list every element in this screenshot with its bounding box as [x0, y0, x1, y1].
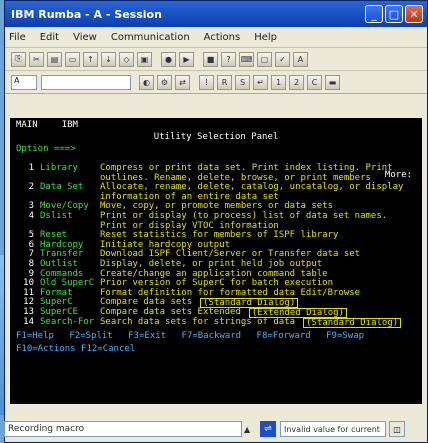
- paste-icon[interactable]: ▤: [47, 51, 62, 67]
- maximize-button[interactable]: □: [385, 5, 403, 23]
- menu-bar: File Edit View Communication Actions Hel…: [5, 27, 427, 48]
- fkey-backward[interactable]: F7=Backward: [182, 331, 242, 341]
- reset-icon[interactable]: R: [217, 74, 232, 90]
- main-toolbar: ⎘ ✂ ▤ ▭ ↑ ↓ ◇ ▣ ● ▶ ■ ? ⌨ ▢ ✓ A: [5, 48, 427, 71]
- display-icon[interactable]: ▢: [257, 51, 272, 67]
- close-button[interactable]: ✕: [405, 5, 423, 23]
- attention-icon[interactable]: !: [199, 74, 214, 90]
- option-prompt[interactable]: Option ===>: [16, 144, 416, 154]
- pa2-icon[interactable]: 2: [289, 74, 304, 90]
- more-indicator: More:: [384, 170, 412, 180]
- function-key-bar-2[interactable]: F10=Actions F12=Cancel: [16, 344, 416, 354]
- clear-screen-icon[interactable]: C: [307, 74, 322, 90]
- copy-icon[interactable]: ⎘: [11, 51, 26, 67]
- pa1-icon[interactable]: 1: [271, 74, 286, 90]
- status-info: Invalid value for current: [280, 421, 386, 437]
- session-toolbar: A ◐ ⚙ ⇄ ! R S ↵ 1 2 C ▬: [5, 71, 427, 94]
- session-input[interactable]: [41, 74, 131, 90]
- menu-actions[interactable]: Actions: [204, 32, 241, 43]
- fkey-help[interactable]: F1=Help: [16, 331, 54, 341]
- session-selector[interactable]: A: [11, 74, 37, 90]
- screen-header: MAIN IBM: [16, 120, 416, 130]
- fkey-exit[interactable]: F3=Exit: [128, 331, 166, 341]
- option-list: 1 Library Compress or print data set. Prin…: [16, 163, 416, 329]
- receive-icon[interactable]: ↓: [101, 51, 116, 67]
- play-icon[interactable]: ▶: [179, 51, 194, 67]
- status-bar: Recording macro ▲ ⇌ Invalid value for cu…: [4, 418, 422, 440]
- list-item[interactable]: 11 Format Format definition for formatted …: [16, 288, 416, 299]
- options-icon[interactable]: ◫: [389, 421, 405, 437]
- send-icon[interactable]: ↑: [83, 51, 98, 67]
- connect-icon[interactable]: ⇄: [175, 74, 190, 90]
- connection-icon: ⇌: [260, 421, 276, 437]
- title-bar: IBM Rumba - A - Session _ □ ✕: [5, 1, 427, 27]
- menu-help[interactable]: Help: [254, 32, 277, 43]
- dialog-tag: (Standard Dialog): [303, 318, 402, 329]
- menu-communication[interactable]: Communication: [111, 32, 190, 43]
- screen-header-right: IBM: [61, 120, 78, 130]
- menu-view[interactable]: View: [73, 32, 97, 43]
- fkey-swap[interactable]: F9=Swap: [326, 331, 364, 341]
- help-icon[interactable]: ?: [221, 51, 236, 67]
- function-key-bar: F1=Help F2=Split F3=Exit F7=Backward F8=…: [16, 331, 416, 341]
- menu-edit[interactable]: Edit: [40, 32, 59, 43]
- font-icon[interactable]: A: [293, 51, 308, 67]
- clear-icon[interactable]: ◇: [119, 51, 134, 67]
- settings-icon[interactable]: ⚙: [157, 74, 172, 90]
- menu-file[interactable]: File: [9, 32, 26, 43]
- panel-title: Utility Selection Panel: [153, 132, 279, 142]
- cut-icon[interactable]: ✂: [29, 51, 44, 67]
- keyboard-icon[interactable]: ⌨: [239, 51, 254, 67]
- stop-icon[interactable]: ■: [203, 51, 218, 67]
- color-icon[interactable]: ◐: [139, 74, 154, 90]
- list-item[interactable]: 14 Search-For Search data sets for strings…: [16, 318, 416, 329]
- status-message: Recording macro: [4, 421, 242, 437]
- fkey-split[interactable]: F2=Split: [69, 331, 112, 341]
- fkey-forward[interactable]: F8=Forward: [257, 331, 311, 341]
- print-icon[interactable]: ▭: [65, 51, 80, 67]
- dropdown-arrow-icon[interactable]: ▲: [244, 425, 256, 434]
- sysreq-icon[interactable]: S: [235, 74, 250, 90]
- terminal-screen[interactable]: MAIN IBM Utility Selection Panel Option …: [10, 118, 422, 404]
- hotspot-icon[interactable]: ✓: [275, 51, 290, 67]
- newline-icon[interactable]: ↵: [253, 74, 268, 90]
- record-status-icon[interactable]: ▬: [325, 74, 340, 90]
- record-icon[interactable]: ●: [161, 51, 176, 67]
- macro-icon[interactable]: ▣: [137, 51, 152, 67]
- minimize-button[interactable]: _: [365, 5, 383, 23]
- screen-header-left: MAIN: [16, 120, 38, 130]
- window-title: IBM Rumba - A - Session: [11, 7, 162, 21]
